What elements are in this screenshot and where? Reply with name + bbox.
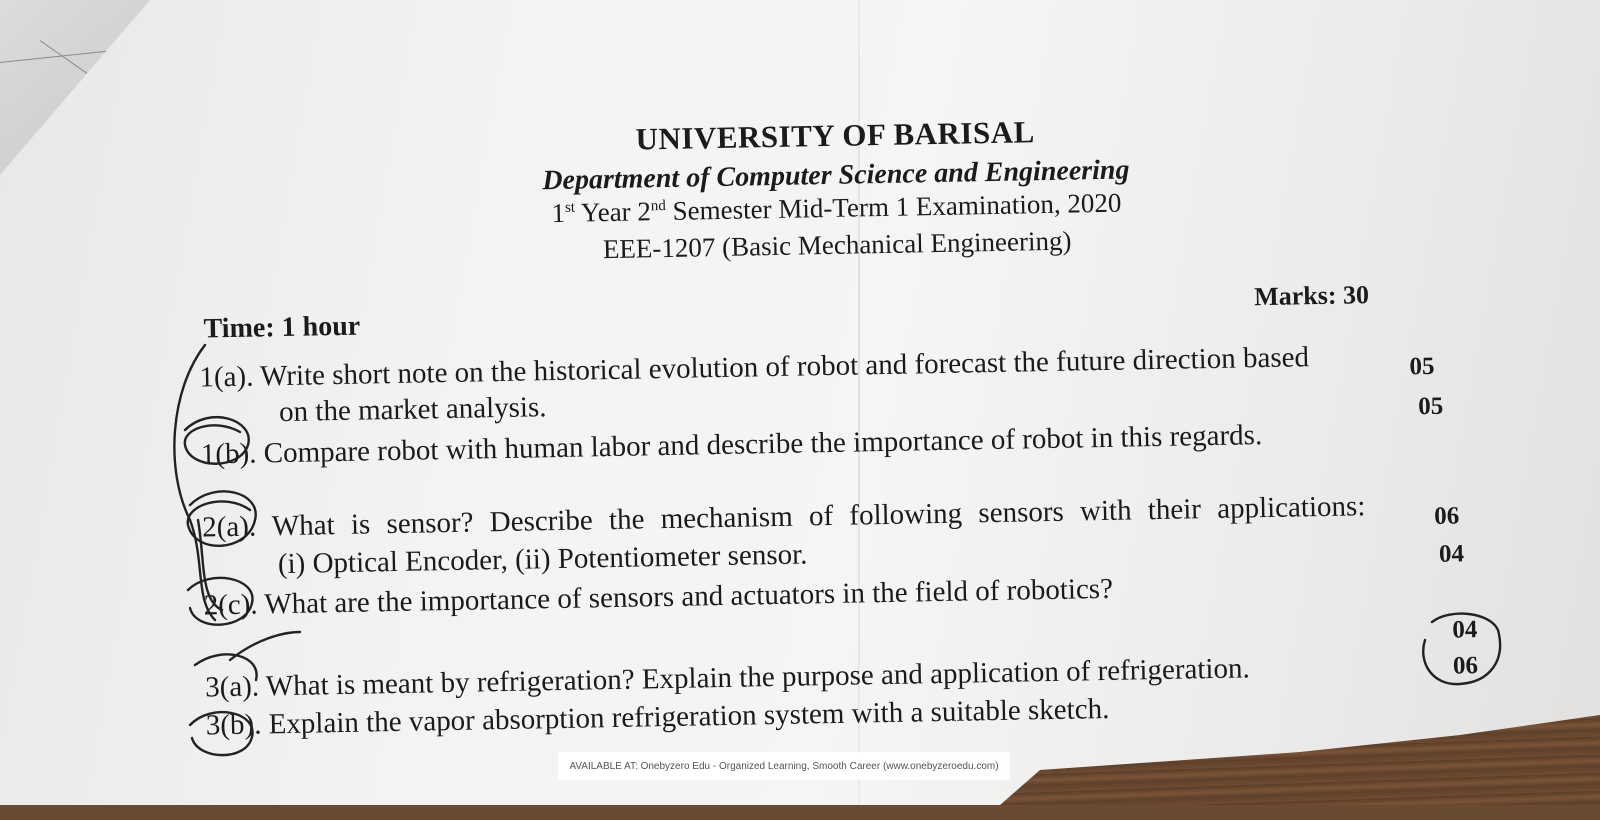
question-marks: 04 (1438, 540, 1465, 568)
question-text: Write short note on the historical evolu… (259, 341, 1310, 393)
exam-sheet-content: UNIVERSITY OF BARISAL Department of Comp… (0, 0, 1600, 820)
question-number: 2(a). (201, 510, 257, 544)
time-allowed: Time: 1 hour (203, 310, 361, 345)
question-number: 1(b). (200, 437, 257, 471)
question-marks: 04 (1452, 616, 1478, 644)
question-marks: 06 (1452, 652, 1479, 680)
question-2a-line2: (i) Optical Encoder, (ii) Potentiometer … (277, 538, 808, 581)
question-number: 3(b). (205, 708, 262, 742)
total-marks: Marks: 30 (1253, 280, 1370, 312)
question-marks: 06 (1433, 502, 1460, 530)
question-number: 2(c). (203, 588, 258, 622)
watermark-banner: AVAILABLE AT: Onebyzero Edu - Organized … (558, 752, 1010, 780)
question-text: What are the importance of sensors and a… (264, 572, 1114, 621)
question-2a: 2(a). What is sensor? Describe the mecha… (202, 490, 1366, 544)
question-1a: 1(a). Write short note on the historical… (199, 341, 1309, 394)
question-1a-line2: on the market analysis. (278, 391, 547, 429)
question-number: 1(a). (199, 360, 254, 394)
question-2c: 2(c). What are the importance of sensors… (203, 573, 1113, 623)
question-marks: 05 (1409, 352, 1435, 381)
question-text: What is sensor? Describe the mechanism o… (271, 490, 1366, 543)
question-number: 3(a). (204, 670, 260, 704)
question-marks: 05 (1417, 392, 1444, 421)
